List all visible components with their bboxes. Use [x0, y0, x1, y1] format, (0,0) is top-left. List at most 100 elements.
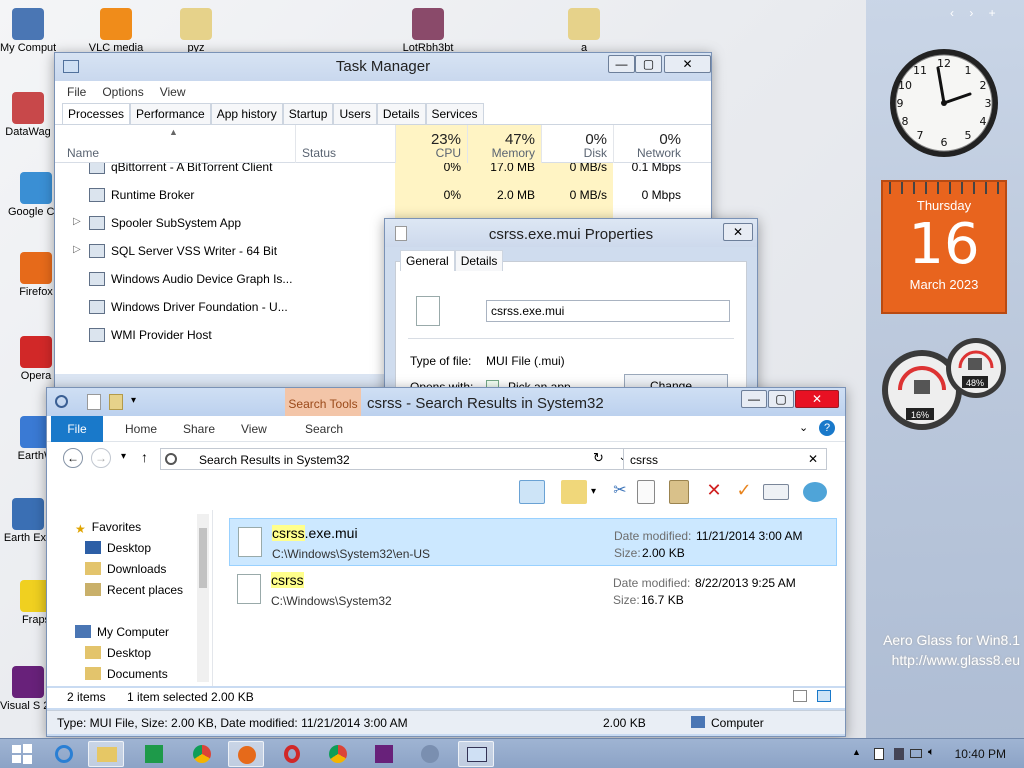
internet-explorer-icon[interactable] [46, 741, 82, 767]
new-folder-qat-icon[interactable] [109, 394, 123, 410]
chrome-icon[interactable] [184, 741, 220, 767]
globe-icon[interactable] [803, 482, 827, 502]
task-manager-titlebar[interactable]: Task Manager — ▢ ✕ [55, 53, 711, 81]
paste-icon[interactable] [669, 480, 689, 504]
sidebar-controls[interactable]: ‹ › + [950, 6, 1002, 20]
nav-desktop[interactable]: Desktop [85, 541, 151, 555]
nav-recent-places[interactable]: Recent places [85, 583, 183, 597]
cut-icon[interactable]: ✂ [607, 480, 633, 504]
column-disk[interactable]: 0% Disk [541, 125, 613, 163]
explorer-maximize-button[interactable]: ▢ [768, 390, 794, 408]
opera-icon[interactable] [274, 741, 310, 767]
qat-dropdown-icon[interactable]: ▾ [131, 395, 136, 406]
filename-field[interactable]: csrss.exe.mui [486, 300, 730, 322]
properties-icon[interactable] [763, 484, 789, 500]
nav-scroll-thumb[interactable] [199, 528, 207, 588]
show-hidden-icons[interactable]: ▲ [852, 747, 864, 759]
back-icon[interactable]: ← [63, 448, 83, 468]
large-icons-view-icon[interactable] [817, 690, 831, 702]
result-item[interactable]: csrss C:\Windows\System32 Date modified: 8/… [229, 566, 837, 614]
status-bar: 2 items 1 item selected 2.00 KB [47, 688, 845, 708]
share-tab[interactable]: Share [183, 422, 215, 436]
nav-downloads[interactable]: Downloads [85, 562, 166, 576]
tab-app-history[interactable]: App history [210, 103, 283, 124]
nav-computer-desktop[interactable]: Desktop [85, 646, 151, 660]
help-icon[interactable]: ? [819, 420, 835, 436]
file-tab[interactable]: File [51, 416, 103, 442]
start-button[interactable] [4, 741, 40, 767]
visual-studio-icon[interactable] [366, 741, 402, 767]
tab-processes[interactable]: Processes [62, 103, 131, 124]
cpu-meter-value: 16% [911, 410, 929, 420]
search-input[interactable]: csrss ✕ [623, 448, 827, 470]
properties-qat-icon[interactable] [87, 394, 101, 410]
explorer-close-button[interactable]: ✕ [795, 390, 839, 408]
details-view-icon[interactable] [793, 690, 807, 702]
explorer-minimize-button[interactable]: — [741, 390, 767, 408]
column-memory[interactable]: 47% Memory [467, 125, 541, 163]
desktop-icon[interactable]: DataWag [0, 92, 56, 138]
expand-ribbon-icon[interactable]: ⌄ [799, 421, 808, 434]
battery-icon[interactable] [910, 749, 922, 758]
result-item[interactable]: csrss.exe.mui C:\Windows\System32\en-US Da… [229, 518, 837, 566]
column-cpu[interactable]: 23% CPU [395, 125, 467, 163]
explorer-titlebar[interactable]: ▾ Search Tools csrss - Search Results in… [47, 388, 845, 416]
flag-icon[interactable] [874, 748, 884, 760]
process-row[interactable]: Runtime Broker 0% 2.0 MB 0 MB/s 0 Mbps [55, 181, 711, 209]
nav-scrollbar[interactable] [197, 514, 209, 682]
tab-details[interactable]: Details [376, 103, 426, 124]
nav-favorites[interactable]: ★ Favorites [75, 520, 141, 536]
taskbar-clock[interactable]: 10:40 PM [955, 747, 1006, 761]
volume-icon[interactable]: 🔈︎ [928, 746, 940, 758]
tab-services[interactable]: Services [425, 103, 484, 124]
nav-documents[interactable]: Documents [85, 667, 168, 681]
minimize-button[interactable]: — [608, 55, 635, 73]
close-button[interactable]: ✕ [664, 55, 711, 73]
desktop-icon[interactable]: VLC media [88, 8, 144, 54]
network-icon[interactable] [894, 748, 904, 760]
tab-users[interactable]: Users [333, 103, 377, 124]
expand-icon[interactable]: ▷ [73, 244, 81, 255]
desktop-icon[interactable]: a [556, 8, 612, 54]
column-status[interactable]: Status [295, 125, 395, 163]
view-tab[interactable]: View [241, 422, 267, 436]
rename-check-icon[interactable]: ✓ [731, 480, 757, 504]
tab-general[interactable]: General [400, 250, 455, 271]
desktop-icon[interactable]: My Computer [0, 8, 56, 54]
menu-view[interactable]: View [160, 85, 186, 99]
clear-search-icon[interactable]: ✕ [808, 452, 818, 466]
search-tools-tab[interactable]: Search Tools [285, 388, 361, 416]
column-name[interactable]: Name [55, 125, 295, 163]
nav-my-computer[interactable]: My Computer [75, 625, 169, 639]
preview-pane-icon[interactable] [519, 480, 545, 504]
tab-startup[interactable]: Startup [282, 103, 334, 124]
move-dropdown-icon[interactable]: ▾ [591, 486, 596, 497]
properties-titlebar[interactable]: csrss.exe.mui Properties ✕ [385, 219, 757, 247]
task-manager-taskbar-icon[interactable] [458, 741, 494, 767]
file-explorer-icon[interactable] [88, 741, 124, 767]
home-tab[interactable]: Home [125, 422, 157, 436]
properties-close-button[interactable]: ✕ [723, 223, 753, 241]
recent-locations-icon[interactable]: ▾ [121, 451, 126, 462]
search-tab[interactable]: Search [305, 422, 343, 436]
expand-icon[interactable]: ▷ [73, 216, 81, 227]
menu-file[interactable]: File [67, 85, 86, 99]
move-to-icon[interactable] [561, 480, 587, 504]
refresh-icon[interactable]: ↻ [593, 450, 604, 466]
maximize-button[interactable]: ▢ [635, 55, 662, 73]
store-icon[interactable] [136, 741, 172, 767]
tab-performance[interactable]: Performance [130, 103, 211, 124]
firefox-icon[interactable] [228, 741, 264, 767]
desktop-icon[interactable]: LotRbh3bt [400, 8, 456, 54]
tab-details-props[interactable]: Details [454, 250, 504, 271]
network-globe-icon[interactable] [412, 741, 448, 767]
delete-icon[interactable]: ✕ [701, 480, 727, 504]
up-icon[interactable]: ↑ [141, 449, 148, 465]
column-network[interactable]: 0% Network [613, 125, 687, 163]
copy-icon[interactable] [637, 480, 655, 504]
address-bar[interactable]: Search Results in System32 ⌄ [160, 448, 634, 470]
menu-options[interactable]: Options [102, 85, 143, 99]
desktop-icon[interactable]: pyz [168, 8, 224, 54]
chrome-icon-2[interactable] [320, 741, 356, 767]
forward-icon[interactable]: → [91, 448, 111, 468]
